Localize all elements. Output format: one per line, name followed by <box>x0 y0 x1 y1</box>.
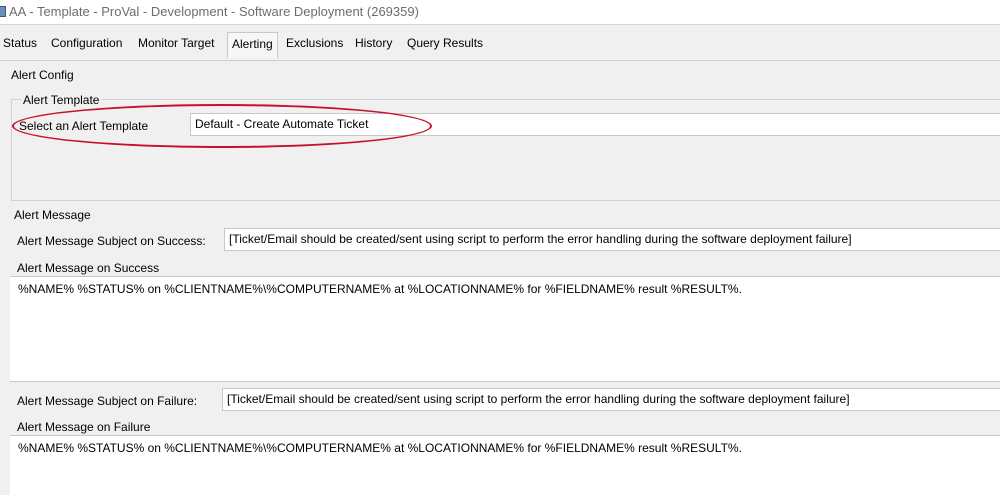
subject-failure-label: Alert Message Subject on Failure: <box>17 394 198 408</box>
alert-config-heading: Alert Config <box>11 68 74 82</box>
subject-success-input[interactable]: [Ticket/Email should be created/sent usi… <box>224 228 1000 251</box>
tab-status[interactable]: Status <box>3 36 37 50</box>
alert-template-select[interactable]: Default - Create Automate Ticket <box>190 113 1000 136</box>
message-success-label: Alert Message on Success <box>17 261 160 275</box>
alert-template-heading: Alert Template <box>21 93 102 107</box>
message-failure-label: Alert Message on Failure <box>17 420 151 434</box>
tab-exclusions[interactable]: Exclusions <box>286 36 343 50</box>
message-failure-textarea[interactable]: %NAME% %STATUS% on %CLIENTNAME%\%COMPUTE… <box>10 435 1000 495</box>
tab-alerting[interactable]: Alerting <box>227 32 278 58</box>
subject-failure-input[interactable]: [Ticket/Email should be created/sent usi… <box>222 388 1000 411</box>
alert-message-heading: Alert Message <box>14 208 91 222</box>
tab-history[interactable]: History <box>355 36 392 50</box>
tab-query-results[interactable]: Query Results <box>407 36 483 50</box>
window-title-bar: AA - Template - ProVal - Development - S… <box>0 0 1000 25</box>
subject-success-label: Alert Message Subject on Success: <box>17 234 206 248</box>
message-success-textarea[interactable]: %NAME% %STATUS% on %CLIENTNAME%\%COMPUTE… <box>10 276 1000 382</box>
select-alert-template-label: Select an Alert Template <box>19 119 149 133</box>
tab-monitor-target[interactable]: Monitor Target <box>138 36 214 50</box>
tab-strip: Status Configuration Monitor Target Aler… <box>0 26 1000 61</box>
app-window-icon <box>0 6 6 17</box>
window-title: AA - Template - ProVal - Development - S… <box>9 4 419 19</box>
tab-configuration[interactable]: Configuration <box>51 36 122 50</box>
